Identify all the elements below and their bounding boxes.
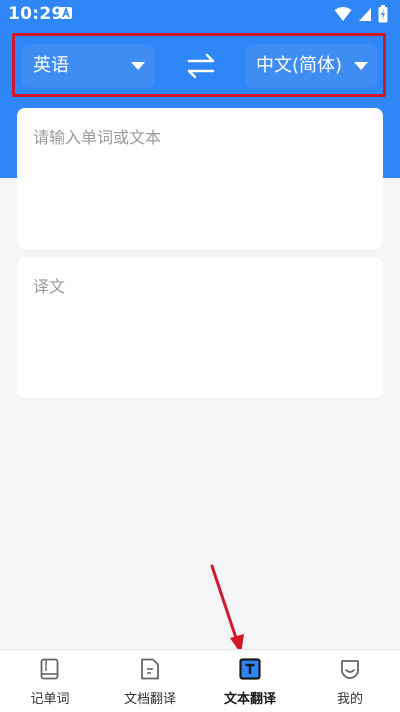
source-language-dropdown[interactable]: 英语 <box>22 44 155 88</box>
annotation-arrow <box>210 564 244 654</box>
nav-label: 我的 <box>336 692 363 707</box>
status-bar: 10:29 <box>0 0 400 28</box>
input-placeholder: 请输入单词或文本 <box>33 128 162 147</box>
signal-icon <box>358 6 372 26</box>
output-placeholder: 译文 <box>33 277 66 296</box>
nav-label: 记单词 <box>30 692 70 707</box>
book-icon <box>40 658 59 680</box>
target-language-label: 中文(简体) <box>256 55 343 76</box>
status-time: 10:29 <box>8 4 64 24</box>
text-translate-icon <box>239 658 261 680</box>
nav-label: 文本翻译 <box>223 692 276 707</box>
target-language-dropdown[interactable]: 中文(简体) <box>245 44 378 88</box>
nav-item-vocabulary[interactable]: 记单词 <box>0 650 100 712</box>
document-icon <box>141 658 159 680</box>
profile-icon <box>341 660 359 679</box>
input-text-area[interactable]: 请输入单词或文本 <box>17 108 383 249</box>
swap-arrows-icon <box>187 53 215 79</box>
source-language-label: 英语 <box>33 55 69 76</box>
chevron-down-icon <box>354 62 368 70</box>
notification-icon <box>60 7 72 19</box>
nav-item-document-translate[interactable]: 文档翻译 <box>100 650 200 712</box>
bottom-navigation: 记单词 文档翻译 文本翻译 我的 <box>0 649 400 712</box>
nav-item-profile[interactable]: 我的 <box>300 650 400 712</box>
wifi-icon <box>334 6 352 26</box>
chevron-down-icon <box>131 62 145 70</box>
translation-output-area: 译文 <box>17 257 383 398</box>
nav-item-text-translate[interactable]: 文本翻译 <box>200 650 300 712</box>
battery-icon <box>378 5 388 27</box>
swap-languages-button[interactable] <box>184 50 218 82</box>
nav-label: 文档翻译 <box>123 692 176 707</box>
